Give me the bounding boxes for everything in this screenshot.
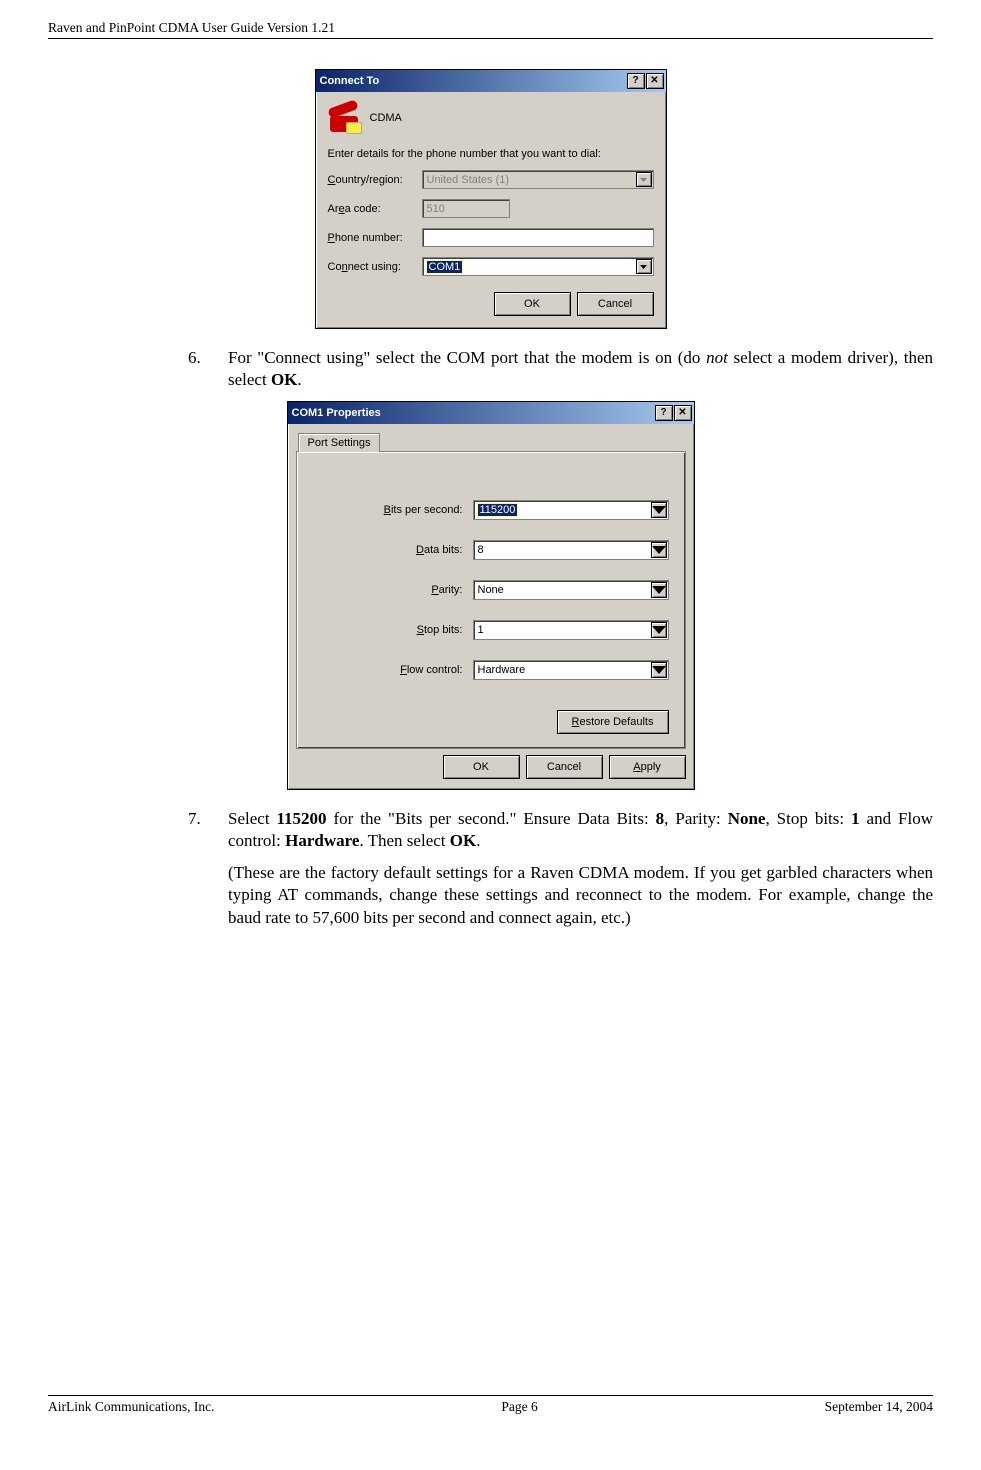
connect-using-select[interactable]: COM1 [422, 257, 654, 276]
tab-port-settings[interactable]: Port Settings [298, 433, 381, 452]
page-footer: AirLink Communications, Inc. Page 6 Sept… [48, 1395, 933, 1415]
page-header: Raven and PinPoint CDMA User Guide Versi… [48, 20, 933, 39]
restore-defaults-button[interactable]: Restore Defaults [557, 710, 669, 734]
phone-icon [328, 102, 362, 134]
note-text: (These are the factory default settings … [228, 862, 933, 928]
cancel-button[interactable]: Cancel [577, 292, 654, 316]
area-input[interactable]: 510 [422, 199, 510, 218]
parity-select[interactable]: None [473, 580, 669, 600]
databits-select[interactable]: 8 [473, 540, 669, 560]
phone-label: Phone number: [328, 232, 416, 244]
bits-label: Bits per second: [313, 504, 473, 516]
parity-label: Parity: [313, 584, 473, 596]
ok-button[interactable]: OK [443, 755, 520, 779]
connect-label: Connect using: [328, 261, 416, 273]
stopbits-label: Stop bits: [313, 624, 473, 636]
cancel-button[interactable]: Cancel [526, 755, 603, 779]
step-number: 7. [188, 808, 228, 928]
flow-label: Flow control: [313, 664, 473, 676]
title-text: COM1 Properties [292, 407, 655, 419]
chevron-down-icon [651, 502, 667, 518]
ok-button[interactable]: OK [494, 292, 571, 316]
chevron-down-icon [651, 622, 667, 638]
stopbits-select[interactable]: 1 [473, 620, 669, 640]
close-button[interactable]: ✕ [646, 73, 664, 89]
help-button[interactable]: ? [655, 405, 673, 421]
footer-right: September 14, 2004 [825, 1399, 933, 1415]
bits-select[interactable]: 115200 [473, 500, 669, 520]
chevron-down-icon [651, 582, 667, 598]
phone-input[interactable] [422, 228, 654, 247]
list-item: 6. For "Connect using" select the COM po… [188, 347, 933, 391]
country-label: Country/region: [328, 174, 416, 186]
step-number: 6. [188, 347, 228, 391]
apply-button[interactable]: Apply [609, 755, 686, 779]
country-select[interactable]: United States (1) [422, 170, 654, 189]
titlebar: Connect To ? ✕ [316, 70, 666, 92]
title-text: Connect To [320, 75, 627, 87]
area-label: Area code: [328, 203, 416, 215]
flow-select[interactable]: Hardware [473, 660, 669, 680]
connection-name: CDMA [370, 112, 402, 124]
chevron-down-icon [636, 172, 652, 187]
com-properties-dialog: COM1 Properties ? ✕ Port Settings Bits p… [287, 401, 695, 790]
databits-label: Data bits: [313, 544, 473, 556]
chevron-down-icon [651, 542, 667, 558]
chevron-down-icon [651, 662, 667, 678]
connect-to-dialog: Connect To ? ✕ CDMA Enter details for th… [315, 69, 667, 329]
instruction-text: Enter details for the phone number that … [328, 148, 654, 160]
footer-center: Page 6 [501, 1399, 537, 1415]
close-button[interactable]: ✕ [674, 405, 692, 421]
footer-left: AirLink Communications, Inc. [48, 1399, 214, 1415]
help-button[interactable]: ? [627, 73, 645, 89]
titlebar: COM1 Properties ? ✕ [288, 402, 694, 424]
chevron-down-icon [636, 259, 652, 274]
list-item: 7. Select 115200 for the "Bits per secon… [188, 808, 933, 928]
